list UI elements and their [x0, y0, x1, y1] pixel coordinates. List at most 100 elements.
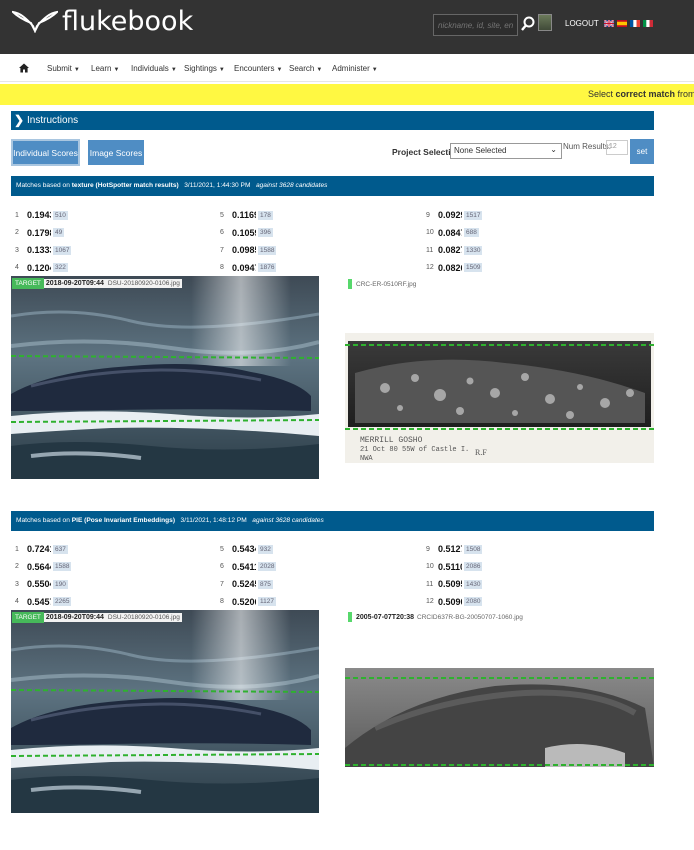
score-value[interactable]: 0.1943 [27, 210, 51, 220]
score-entry[interactable]: 1 0.7241637 [15, 544, 68, 554]
individual-id-badge[interactable]: 688 [464, 228, 479, 237]
flukebook-logo[interactable]: flukebook [12, 6, 193, 37]
score-value[interactable]: 0.5110 [438, 562, 462, 572]
individual-id-badge[interactable]: 875 [258, 579, 273, 589]
individual-id-badge[interactable]: 49 [53, 228, 65, 237]
score-entry[interactable]: 11 0.50951430 [426, 579, 483, 589]
candidate-photo[interactable]: MERRILL GOSHO 21 Oct 80 55W of Castle I.… [345, 333, 654, 463]
individual-id-badge[interactable]: 1588 [53, 562, 72, 571]
nav-encounters[interactable]: Encounters ▼ [234, 64, 282, 73]
individual-id-badge[interactable]: 2265 [53, 597, 72, 606]
user-avatar[interactable] [538, 14, 552, 31]
score-value[interactable]: 0.1169 [232, 210, 256, 220]
score-value[interactable]: 0.5090 [438, 597, 462, 607]
score-entry[interactable]: 10 0.51102086 [426, 562, 483, 572]
score-value[interactable]: 0.5411 [232, 562, 256, 572]
individual-id-badge[interactable]: 1508 [464, 544, 483, 554]
individual-id-badge[interactable]: 396 [258, 228, 273, 237]
score-value[interactable]: 0.1798 [27, 228, 51, 238]
individual-id-badge[interactable]: 637 [53, 544, 68, 554]
nav-search[interactable]: Search ▼ [289, 64, 322, 73]
individual-id-badge[interactable]: 190 [53, 579, 68, 589]
individual-id-badge[interactable]: 1430 [464, 579, 483, 589]
score-entry[interactable]: 8 0.09471876 [220, 263, 277, 273]
score-entry[interactable]: 5 0.1169178 [220, 210, 273, 220]
instructions-toggle[interactable]: ❯ Instructions [11, 111, 654, 130]
score-entry[interactable]: 6 0.54112028 [220, 562, 277, 572]
individual-id-badge[interactable]: 2080 [464, 597, 483, 606]
home-icon[interactable] [19, 63, 29, 73]
score-value[interactable]: 0.0929 [438, 210, 462, 220]
score-entry[interactable]: 3 0.13331067 [15, 245, 72, 255]
individual-id-badge[interactable]: 1067 [53, 245, 72, 255]
score-entry[interactable]: 8 0.52061127 [220, 597, 276, 607]
score-value[interactable]: 0.1204 [27, 263, 51, 273]
individual-id-badge[interactable]: 1517 [464, 210, 483, 220]
individual-id-badge[interactable]: 1330 [464, 245, 483, 255]
score-entry[interactable]: 12 0.08261509 [426, 263, 483, 273]
score-value[interactable]: 0.5245 [232, 579, 256, 589]
score-entry[interactable]: 9 0.51271508 [426, 544, 483, 554]
candidate-label[interactable]: CRC-ER-0510RF.jpg [348, 279, 416, 289]
score-entry[interactable]: 3 0.5504190 [15, 579, 68, 589]
score-entry[interactable]: 12 0.50902080 [426, 597, 483, 607]
score-value[interactable]: 0.5095 [438, 579, 462, 589]
score-value[interactable]: 0.5127 [438, 544, 462, 554]
individual-id-badge[interactable]: 2028 [258, 562, 277, 571]
search-input[interactable] [433, 14, 518, 36]
target-photo[interactable] [11, 610, 319, 813]
individual-id-badge[interactable]: 2086 [464, 562, 483, 571]
individual-id-badge[interactable]: 510 [53, 210, 68, 220]
candidate-photo[interactable] [345, 668, 654, 767]
score-entry[interactable]: 4 0.54572265 [15, 597, 72, 607]
score-value[interactable]: 0.5206 [232, 597, 256, 607]
nav-administer[interactable]: Administer ▼ [332, 64, 378, 73]
score-entry[interactable]: 2 0.179849 [15, 228, 65, 238]
individual-id-badge[interactable]: 932 [258, 544, 273, 554]
flag-spain-icon[interactable] [617, 20, 627, 27]
score-value[interactable]: 0.5434 [232, 544, 256, 554]
individual-id-badge[interactable]: 1127 [258, 597, 276, 606]
score-entry[interactable]: 2 0.56441588 [15, 562, 72, 572]
score-entry[interactable]: 1 0.1943510 [15, 210, 68, 220]
score-value[interactable]: 0.0827 [438, 245, 462, 255]
score-value[interactable]: 0.7241 [27, 544, 51, 554]
candidate-label[interactable]: 2005-07-07T20:38 CRCID637R-BG-20050707-1… [348, 612, 523, 622]
image-scores-button[interactable]: Image Scores [88, 140, 144, 165]
score-value[interactable]: 0.0947 [232, 263, 256, 273]
score-value[interactable]: 0.0826 [438, 263, 462, 273]
target-photo[interactable] [11, 276, 319, 479]
score-entry[interactable]: 7 0.5245875 [220, 579, 273, 589]
individual-scores-button[interactable]: Individual Scores [11, 139, 80, 166]
individual-id-badge[interactable]: 322 [53, 263, 68, 272]
score-entry[interactable]: 6 0.1059396 [220, 228, 273, 238]
set-button[interactable]: set [630, 139, 654, 164]
score-entry[interactable]: 4 0.1204322 [15, 263, 68, 273]
search-icon[interactable] [521, 16, 535, 32]
nav-individuals[interactable]: Individuals ▼ [131, 64, 177, 73]
nav-submit[interactable]: Submit ▼ [47, 64, 80, 73]
num-results-input[interactable]: 12 [606, 140, 628, 155]
score-value[interactable]: 0.0985 [232, 245, 256, 255]
score-entry[interactable]: 7 0.09851588 [220, 245, 277, 255]
score-entry[interactable]: 11 0.08271330 [426, 245, 483, 255]
score-value[interactable]: 0.5644 [27, 562, 51, 572]
score-value[interactable]: 0.5457 [27, 597, 51, 607]
score-entry[interactable]: 5 0.5434932 [220, 544, 273, 554]
score-entry[interactable]: 10 0.0847688 [426, 228, 479, 238]
flag-uk-icon[interactable] [604, 20, 614, 27]
nav-learn[interactable]: Learn ▼ [91, 64, 119, 73]
score-value[interactable]: 0.0847 [438, 228, 462, 238]
individual-id-badge[interactable]: 178 [258, 210, 273, 220]
score-entry[interactable]: 9 0.09291517 [426, 210, 483, 220]
logout-link[interactable]: LOGOUT [565, 19, 599, 28]
individual-id-badge[interactable]: 1509 [464, 263, 483, 272]
nav-sightings[interactable]: Sightings ▼ [184, 64, 225, 73]
individual-id-badge[interactable]: 1588 [258, 245, 277, 255]
score-value[interactable]: 0.5504 [27, 579, 51, 589]
flag-italy-icon[interactable] [643, 20, 653, 27]
individual-id-badge[interactable]: 1876 [258, 263, 277, 272]
flag-france-icon[interactable] [630, 20, 640, 27]
score-value[interactable]: 0.1333 [27, 245, 51, 255]
project-select[interactable]: None Selected ⌄ [450, 143, 562, 159]
